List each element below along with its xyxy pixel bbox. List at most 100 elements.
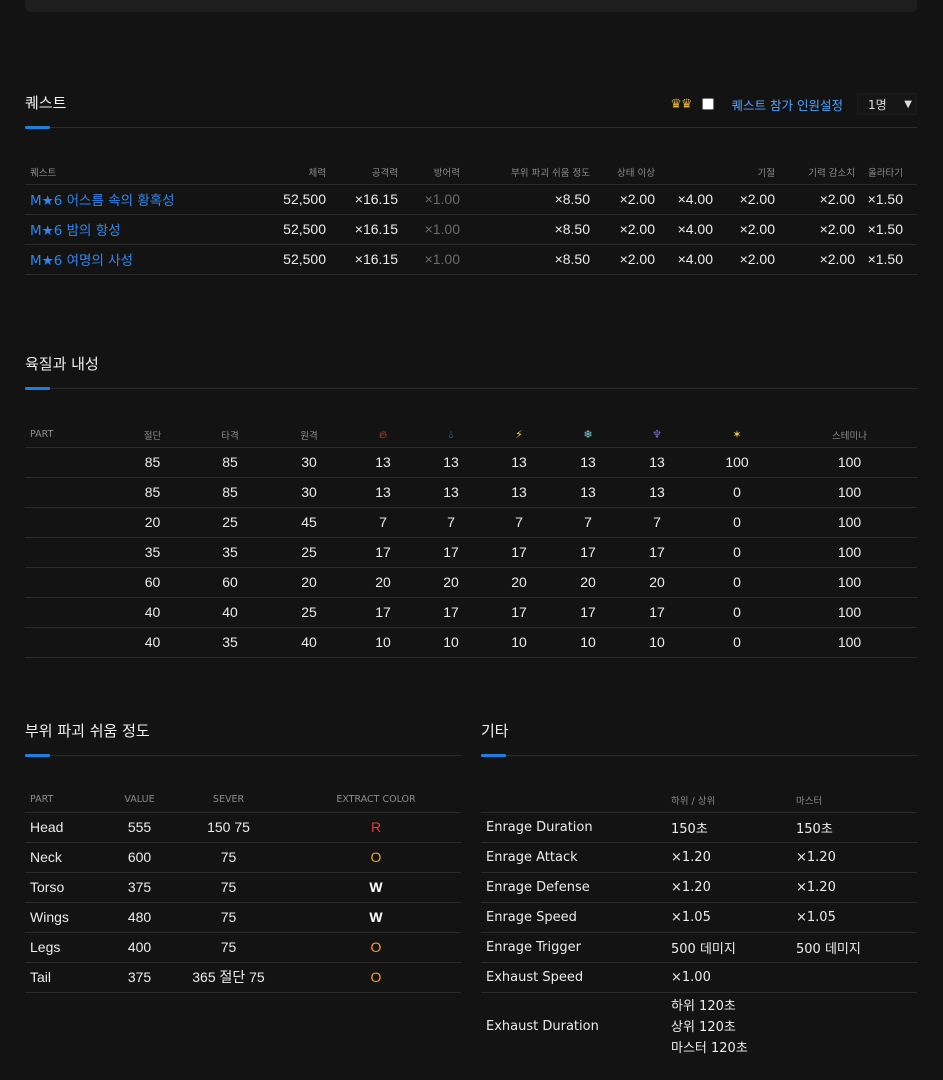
hitzone-ranged: 40 <box>270 627 348 658</box>
extract-color: R <box>291 812 461 843</box>
hitzone-fire: 13 <box>348 447 418 478</box>
quest-link[interactable]: M★6 밤의 항성 <box>30 223 121 239</box>
quest-table-header: 퀘스트 체력 공격력 방어력 부위 파괴 쉬움 정도 상태 이상 기절 기력 감… <box>25 160 917 185</box>
quest-part-break: ×8.50 <box>460 214 590 245</box>
quest-stun: ×2.00 <box>713 214 775 245</box>
col-stamina: 스테미나 <box>782 423 917 448</box>
misc-low-high: ×1.00 <box>666 962 791 993</box>
table-row: Wings 480 75 W <box>25 902 461 933</box>
hitzone-ice: 20 <box>554 567 622 598</box>
col-defense: 방어력 <box>398 160 460 185</box>
quest-status-2: ×4.00 <box>655 214 713 245</box>
stun-icon: ✶ <box>732 428 742 442</box>
col-ranged: 원격 <box>270 423 348 448</box>
break-part: Head <box>25 812 113 843</box>
hitzone-thunder: 13 <box>484 477 554 508</box>
hitzone-part <box>25 597 115 628</box>
quest-attack: ×16.15 <box>326 184 398 215</box>
quest-attack: ×16.15 <box>326 244 398 275</box>
hitzone-section-divider <box>25 388 917 389</box>
hitzone-thunder: 7 <box>484 507 554 538</box>
hitzone-stun: 0 <box>692 627 782 658</box>
quest-defense: ×1.00 <box>398 244 460 275</box>
quest-mount: ×1.50 <box>855 214 917 245</box>
extract-color: O <box>291 932 461 963</box>
hitzone-dragon: 7 <box>622 507 692 538</box>
hitzone-fire: 17 <box>348 597 418 628</box>
water-icon: 💧︎ <box>448 427 454 441</box>
hitzone-stun: 0 <box>692 507 782 538</box>
misc-master: ×1.20 <box>791 872 917 903</box>
quest-hp: 52,500 <box>251 244 326 275</box>
misc-table-header: 하위 / 상위 마스터 <box>481 788 917 813</box>
misc-label: Enrage Defense <box>481 872 666 903</box>
party-size-select[interactable]: 1명 ▼ <box>857 93 917 115</box>
hitzone-thunder: 10 <box>484 627 554 658</box>
hitzone-blunt: 35 <box>190 627 270 658</box>
col-status: 상태 이상 <box>590 160 655 185</box>
quest-hp: 52,500 <box>251 214 326 245</box>
table-row: M★6 여명의 사성 52,500 ×16.15 ×1.00 ×8.50 ×2.… <box>25 244 917 275</box>
misc-master: 150초 <box>791 812 917 843</box>
quest-link[interactable]: M★6 어스름 속의 황혹성 <box>30 193 175 209</box>
misc-table: 하위 / 상위 마스터 Enrage Duration 150초 150초 Enrag… <box>481 788 917 1060</box>
hitzone-dragon: 10 <box>622 627 692 658</box>
quest-hp: 52,500 <box>251 184 326 215</box>
break-part: Legs <box>25 932 113 963</box>
quest-part-break: ×8.50 <box>460 184 590 215</box>
break-value: 555 <box>113 812 166 843</box>
misc-low-high: ×1.05 <box>666 902 791 933</box>
quest-table: 퀘스트 체력 공격력 방어력 부위 파괴 쉬움 정도 상태 이상 기절 기력 감… <box>25 160 917 275</box>
hitzone-cut: 85 <box>115 447 190 478</box>
hitzone-dragon: 17 <box>622 597 692 628</box>
hitzone-blunt: 25 <box>190 507 270 538</box>
quest-defense: ×1.00 <box>398 184 460 215</box>
hitzone-blunt: 60 <box>190 567 270 598</box>
break-value: 375 <box>113 872 166 903</box>
table-row: 85 85 30 13 13 13 13 13 0 100 <box>25 477 917 508</box>
col-exhaust: 기력 감소치 <box>775 160 855 185</box>
fire-icon: 🔥︎ <box>378 427 388 441</box>
quest-link[interactable]: M★6 여명의 사성 <box>30 253 133 269</box>
thunder-icon: ⚡︎ <box>515 428 523 442</box>
hitzone-water: 17 <box>418 597 484 628</box>
hitzone-stamina: 100 <box>782 567 917 598</box>
col-status-2 <box>655 160 713 185</box>
col-label <box>481 788 666 813</box>
misc-low-high: 500 데미지 <box>666 932 791 963</box>
misc-low-high: 150초 <box>666 812 791 843</box>
hitzone-blunt: 85 <box>190 477 270 508</box>
misc-low-high: ×1.20 <box>666 842 791 873</box>
hitzone-fire: 13 <box>348 477 418 508</box>
hitzone-ice: 13 <box>554 447 622 478</box>
break-section-divider <box>25 755 461 756</box>
hitzone-ranged: 25 <box>270 597 348 628</box>
col-cut: 절단 <box>115 423 190 448</box>
crown-checkbox[interactable] <box>701 98 714 110</box>
hitzone-fire: 10 <box>348 627 418 658</box>
col-attack: 공격력 <box>326 160 398 185</box>
party-size-label[interactable]: 퀘스트 참가 인원설정 <box>732 95 843 114</box>
break-value: 375 <box>113 962 166 993</box>
quest-exhaust: ×2.00 <box>775 184 855 215</box>
col-part: PART <box>25 788 113 813</box>
table-row: 35 35 25 17 17 17 17 17 0 100 <box>25 537 917 568</box>
col-sever: SEVER <box>166 788 291 813</box>
misc-master: ×1.20 <box>791 842 917 873</box>
break-section-accent <box>25 754 50 757</box>
hitzone-blunt: 85 <box>190 447 270 478</box>
quest-part-break: ×8.50 <box>460 244 590 275</box>
hitzone-stamina: 100 <box>782 447 917 478</box>
misc-master <box>791 962 917 993</box>
quest-section-divider <box>25 127 917 128</box>
hitzone-cut: 85 <box>115 477 190 508</box>
col-blunt: 타격 <box>190 423 270 448</box>
hitzone-ranged: 25 <box>270 537 348 568</box>
hitzone-dragon: 20 <box>622 567 692 598</box>
table-row: Enrage Speed ×1.05 ×1.05 <box>481 902 917 933</box>
misc-section-divider <box>481 755 917 756</box>
hitzone-cut: 40 <box>115 597 190 628</box>
hitzone-water: 10 <box>418 627 484 658</box>
hitzone-stun: 0 <box>692 567 782 598</box>
hitzone-stun: 0 <box>692 537 782 568</box>
